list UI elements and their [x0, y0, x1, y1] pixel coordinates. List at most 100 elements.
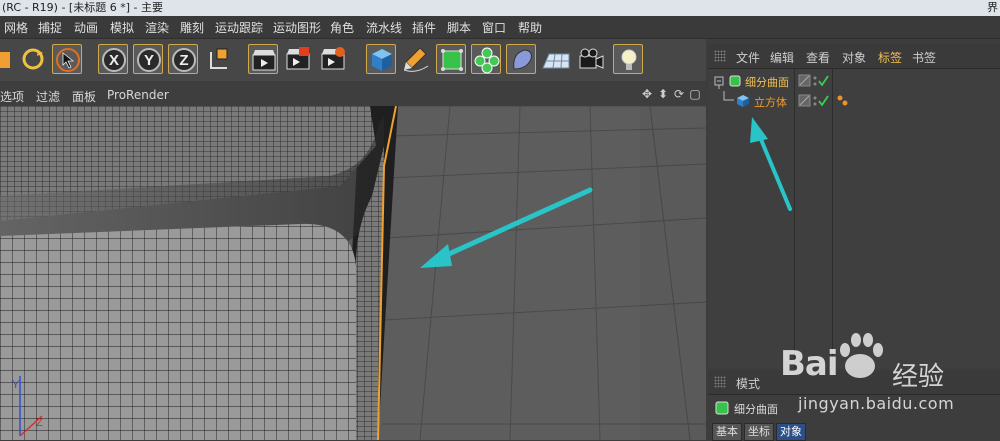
maximize-view-icon[interactable]: ▢: [688, 87, 702, 101]
subdivision-surface-icon: [729, 75, 741, 87]
menu-help[interactable]: 帮助: [518, 19, 542, 36]
object-name[interactable]: 细分曲面: [745, 74, 789, 90]
light-object-button[interactable]: [613, 44, 643, 74]
svg-text:Y: Y: [144, 52, 154, 69]
render-settings-button[interactable]: [318, 44, 348, 74]
lock-x-button[interactable]: X: [98, 44, 128, 74]
move-icon: [0, 52, 10, 68]
cube-object-button[interactable]: [366, 44, 396, 74]
main-toolbar: X Y Z: [0, 39, 706, 81]
subdivision-surface-button[interactable]: [436, 44, 466, 74]
attr-tab-basic[interactable]: 基本: [712, 423, 742, 441]
clapboard-icon: [252, 50, 276, 71]
material-tag-icon[interactable]: [836, 94, 852, 108]
floor-object-button[interactable]: [541, 44, 571, 74]
object-front-face: [0, 223, 356, 440]
menu-animate[interactable]: 动画: [74, 19, 98, 36]
attr-menu-mode[interactable]: 模式: [736, 375, 760, 392]
rotate-tool-button[interactable]: [18, 44, 48, 74]
rotate-icon: [22, 48, 44, 70]
cube-icon: [737, 95, 749, 107]
object-row-subdivision[interactable]: 细分曲面: [708, 71, 1000, 91]
panel-grip-icon[interactable]: [714, 50, 726, 62]
object-manager: 文件 编辑 查看 对象 标签 书签 细分曲面 立方体: [708, 44, 1000, 368]
3d-viewport[interactable]: Y Z: [0, 106, 706, 440]
om-menu-edit[interactable]: 编辑: [770, 49, 794, 66]
menu-character[interactable]: 角色: [330, 19, 354, 36]
menu-script[interactable]: 脚本: [447, 19, 471, 36]
menu-mograph[interactable]: 运动图形: [273, 19, 321, 36]
camera-object-button[interactable]: [576, 44, 606, 74]
object-manager-tabs: 文件 编辑 查看 对象 标签 书签: [708, 44, 1000, 69]
subdivision-surface-icon: [715, 401, 729, 415]
tree-toggle-icon[interactable]: [714, 75, 728, 89]
zoom-view-icon[interactable]: ⬍: [656, 87, 670, 101]
menu-mesh[interactable]: 网格: [4, 19, 28, 36]
render-settings-icon: [321, 47, 345, 70]
coordinate-system-button[interactable]: [203, 44, 233, 74]
light-bulb-icon: [621, 49, 637, 70]
window-title: (RC - R19) - [未标题 6 *] - 主要: [2, 1, 163, 14]
window-title-bar: (RC - R19) - [未标题 6 *] - 主要 界: [0, 0, 1000, 16]
om-menu-bookmarks[interactable]: 书签: [912, 49, 936, 66]
floor-grid-icon: [542, 53, 570, 69]
menu-pipeline[interactable]: 流水线: [366, 19, 402, 36]
cloner-button[interactable]: [471, 44, 501, 74]
render-viewer-icon: [286, 47, 310, 70]
render-view-button[interactable]: [248, 44, 278, 74]
svg-text:Y: Y: [12, 379, 20, 391]
menu-window[interactable]: 窗口: [482, 19, 506, 36]
svg-text:Z: Z: [36, 417, 43, 429]
om-menu-tags[interactable]: 标签: [878, 49, 902, 66]
viewport-menu-bar: 选项 过滤 面板 ProRender ✥ ⬍ ⟳ ▢: [0, 84, 706, 106]
viewport-menu-options[interactable]: 选项: [0, 88, 24, 105]
om-menu-view[interactable]: 查看: [806, 49, 830, 66]
panel-grip-icon[interactable]: [714, 376, 726, 388]
watermark-url: jingyan.baidu.com: [798, 394, 955, 413]
menu-sculpt[interactable]: 雕刻: [180, 19, 204, 36]
object-row-cube[interactable]: 立方体: [708, 91, 1000, 111]
menu-plugins[interactable]: 插件: [412, 19, 436, 36]
layout-label[interactable]: 界: [987, 1, 998, 15]
z-axis-icon: Z: [172, 48, 196, 72]
object-name[interactable]: 立方体: [754, 94, 787, 110]
viewport-menu-panel[interactable]: 面板: [72, 88, 96, 105]
annotation-arrow: [750, 117, 792, 211]
viewport-menu-prorender[interactable]: ProRender: [107, 88, 169, 102]
paw-logo-icon: [840, 333, 883, 378]
y-axis-icon: Y: [137, 48, 161, 72]
viewport-scene: Y Z: [0, 106, 706, 440]
pen-spline-button[interactable]: [400, 44, 430, 74]
menu-snap[interactable]: 捕捉: [38, 19, 62, 36]
menu-simulate[interactable]: 模拟: [110, 19, 134, 36]
attr-tab-coord[interactable]: 坐标: [744, 423, 774, 441]
select-tool-button[interactable]: [52, 44, 82, 74]
rotate-view-icon[interactable]: ⟳: [672, 87, 686, 101]
move-view-icon[interactable]: ✥: [640, 87, 654, 101]
lock-y-button[interactable]: Y: [133, 44, 163, 74]
deformer-button[interactable]: [506, 44, 536, 74]
menu-render[interactable]: 渲染: [145, 19, 169, 36]
svg-text:X: X: [109, 52, 119, 69]
attributes-sub-tabs: 基本 坐标 对象: [712, 423, 808, 441]
baidu-watermark: Bai 经验 jingyan.baidu.com: [780, 322, 1000, 422]
om-menu-file[interactable]: 文件: [736, 49, 760, 66]
viewport-menu-filter[interactable]: 过滤: [36, 88, 60, 105]
svg-text:Z: Z: [179, 52, 188, 69]
render-picture-viewer-button[interactable]: [283, 44, 313, 74]
visibility-toggle-icon[interactable]: [798, 74, 830, 88]
watermark-brand: Bai: [780, 344, 839, 384]
lock-z-button[interactable]: Z: [168, 44, 198, 74]
menu-motion-tracking[interactable]: 运动跟踪: [215, 19, 263, 36]
visibility-toggle-icon[interactable]: [798, 94, 830, 108]
attr-tab-object[interactable]: 对象: [776, 423, 806, 441]
move-tool-button[interactable]: [0, 44, 16, 74]
coordinate-system-icon: [210, 48, 228, 69]
bend-deformer-icon: [513, 49, 532, 70]
subdivision-surface-icon: [441, 49, 463, 71]
cloner-icon: [474, 47, 500, 74]
cursor-icon: [56, 48, 80, 72]
attributes-object-name: 细分曲面: [734, 403, 778, 416]
pen-icon: [403, 47, 429, 72]
om-menu-objects[interactable]: 对象: [842, 49, 866, 66]
